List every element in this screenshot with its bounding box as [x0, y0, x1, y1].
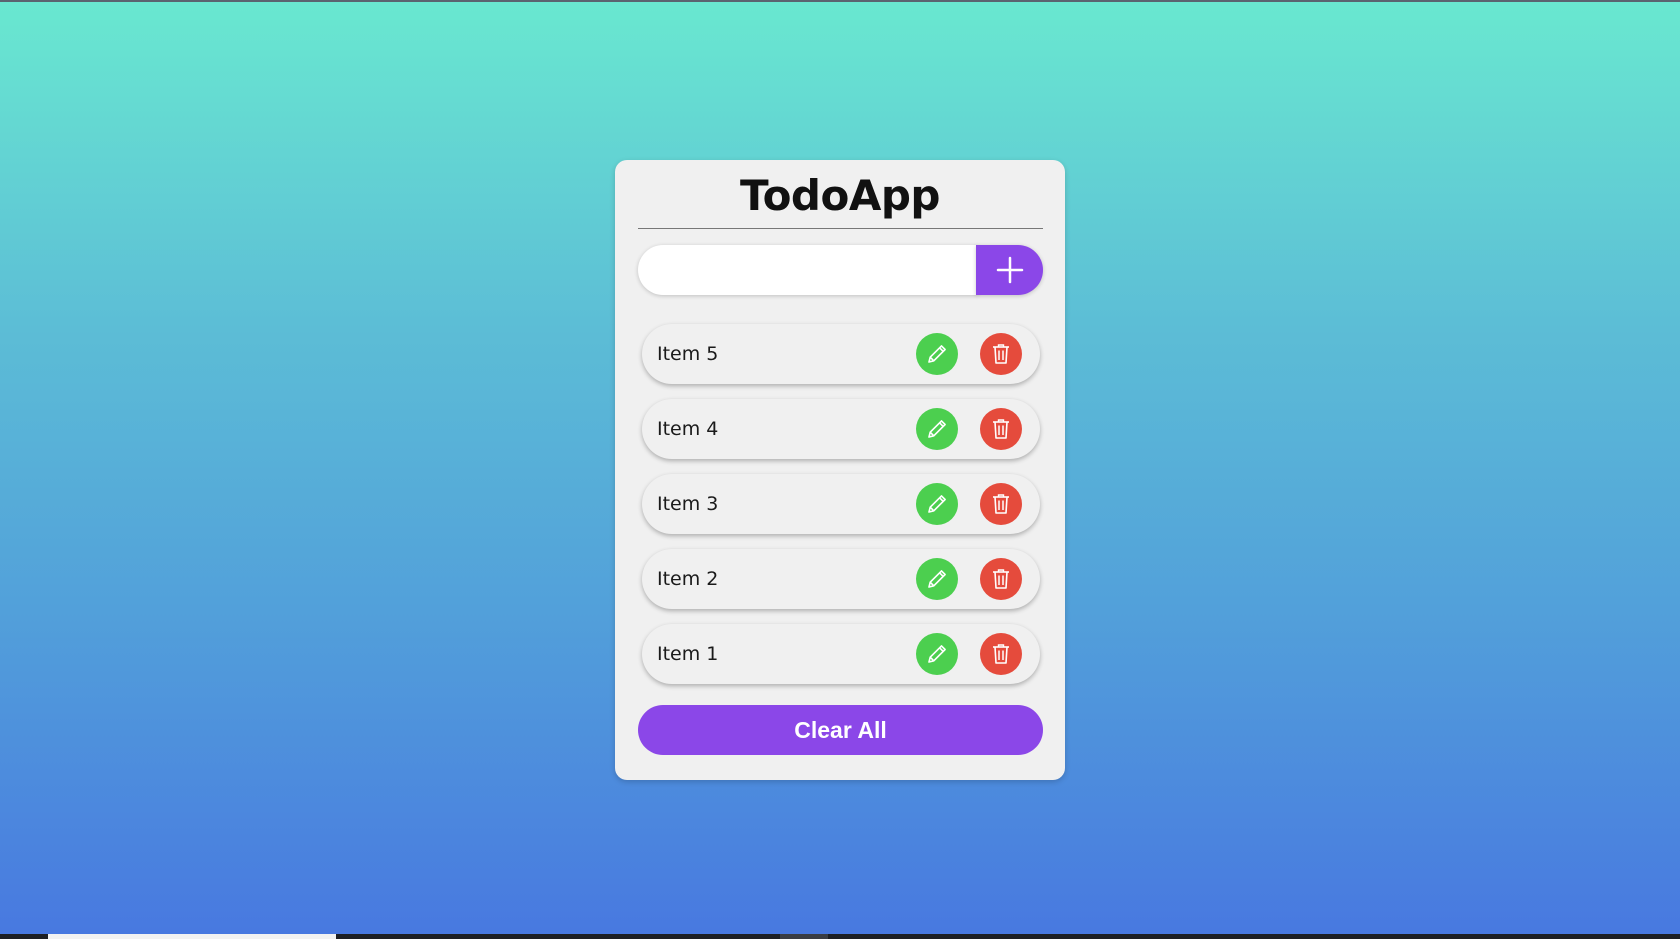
pencil-icon	[928, 345, 946, 363]
todo-item: Item 2	[642, 549, 1040, 609]
todo-list: Item 5 Item 4 Item 3 Item 2 Item 1	[642, 324, 1040, 699]
add-button[interactable]	[976, 245, 1043, 295]
delete-button[interactable]	[980, 333, 1022, 375]
trash-icon	[993, 644, 1009, 664]
todo-card: TodoApp Item 5 Item 4 Item 3 Item 2 Item…	[615, 160, 1065, 780]
edit-button[interactable]	[916, 408, 958, 450]
todo-input[interactable]	[638, 245, 978, 295]
taskbar-item[interactable]	[780, 934, 828, 939]
todo-item: Item 1	[642, 624, 1040, 684]
edit-button[interactable]	[916, 633, 958, 675]
trash-icon	[993, 344, 1009, 364]
pencil-icon	[928, 495, 946, 513]
clear-all-button[interactable]: Clear All	[638, 705, 1043, 755]
trash-icon	[993, 419, 1009, 439]
todo-item-text: Item 1	[657, 643, 719, 665]
pencil-icon	[928, 570, 946, 588]
title-divider	[638, 228, 1043, 229]
todo-item: Item 4	[642, 399, 1040, 459]
edit-button[interactable]	[916, 483, 958, 525]
todo-item: Item 5	[642, 324, 1040, 384]
taskbar	[0, 934, 1680, 939]
pencil-icon	[928, 420, 946, 438]
window-top-border	[0, 0, 1680, 2]
delete-button[interactable]	[980, 408, 1022, 450]
delete-button[interactable]	[980, 633, 1022, 675]
todo-item-text: Item 3	[657, 493, 719, 515]
todo-item: Item 3	[642, 474, 1040, 534]
delete-button[interactable]	[980, 558, 1022, 600]
edit-button[interactable]	[916, 558, 958, 600]
taskbar-active-window[interactable]	[48, 934, 336, 939]
todo-item-text: Item 2	[657, 568, 719, 590]
edit-button[interactable]	[916, 333, 958, 375]
delete-button[interactable]	[980, 483, 1022, 525]
plus-icon	[996, 256, 1023, 284]
pencil-icon	[928, 645, 946, 663]
trash-icon	[993, 569, 1009, 589]
todo-item-text: Item 5	[657, 343, 719, 365]
trash-icon	[993, 494, 1009, 514]
add-todo-form	[638, 245, 1043, 295]
todo-item-text: Item 4	[657, 418, 719, 440]
app-title: TodoApp	[740, 171, 940, 220]
